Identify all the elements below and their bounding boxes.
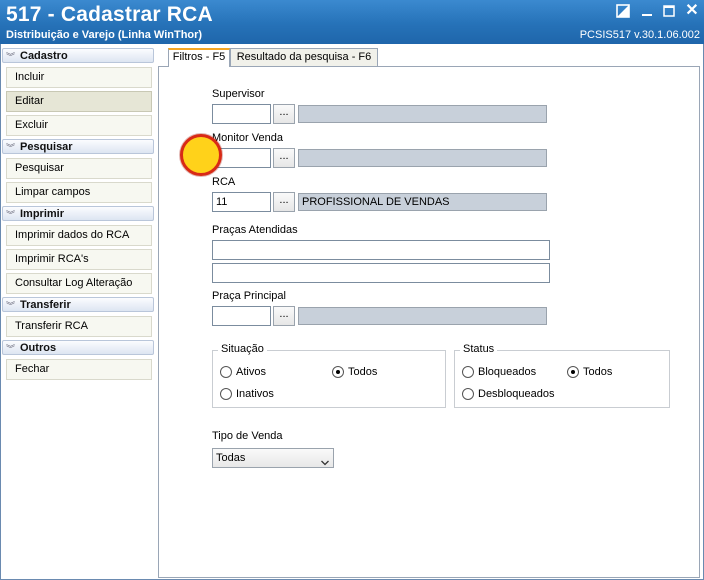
maximize-icon[interactable] <box>662 4 678 18</box>
status-bloqueados-label[interactable]: Bloqueados <box>478 366 536 378</box>
sidebar-item-transferir-rca[interactable]: Transferir RCA <box>6 316 152 337</box>
status-desbloqueados-radio[interactable] <box>462 388 474 400</box>
status-bloqueados-radio[interactable] <box>462 366 474 378</box>
rca-code-input[interactable]: 11 <box>212 192 271 212</box>
cursor-highlight-marker <box>180 134 222 176</box>
status-todos-radio[interactable] <box>567 366 579 378</box>
sidebar-item-excluir[interactable]: Excluir <box>6 115 152 136</box>
tabs-area: Filtros - F5 Resultado da pesquisa - F6 … <box>158 48 700 578</box>
sidebar-item-consultar-log[interactable]: Consultar Log Alteração <box>6 273 152 294</box>
sidebar-item-imprimir-dados[interactable]: Imprimir dados do RCA <box>6 225 152 246</box>
filters-panel: Supervisor ... Monitor Venda ... RCA 11 … <box>158 66 700 578</box>
praca-principal-code-input[interactable] <box>212 306 271 326</box>
supervisor-code-input[interactable] <box>212 104 271 124</box>
status-desbloqueados-label[interactable]: Desbloqueados <box>478 388 554 400</box>
chevron-down-icon <box>321 455 329 466</box>
tipo-venda-selected-value: Todas <box>216 452 246 464</box>
section-outros[interactable]: ︾ Outros <box>2 340 154 355</box>
praca-principal-search-button[interactable]: ... <box>273 306 295 326</box>
rca-search-button[interactable]: ... <box>273 192 295 212</box>
section-imprimir-label: Imprimir <box>20 208 65 220</box>
sidebar-item-pesquisar[interactable]: Pesquisar <box>6 158 152 179</box>
tab-filtros[interactable]: Filtros - F5 <box>168 48 230 67</box>
situacao-todos-label[interactable]: Todos <box>348 366 377 378</box>
tipo-venda-label: Tipo de Venda <box>212 430 283 442</box>
situacao-group: Situação Ativos Todos Inativos <box>212 343 446 408</box>
window-subtitle: Distribuição e Varejo (Linha WinThor) <box>6 29 203 41</box>
supervisor-description <box>298 105 547 123</box>
collapse-chevron-icon: ︾ <box>6 301 16 311</box>
monitor-venda-search-button[interactable]: ... <box>273 148 295 168</box>
minimize-icon[interactable] <box>640 4 656 18</box>
collapse-chevron-icon: ︾ <box>6 344 16 354</box>
section-pesquisar-label: Pesquisar <box>20 141 73 153</box>
supervisor-search-button[interactable]: ... <box>273 104 295 124</box>
pracas-atendidas-input-1[interactable] <box>212 240 550 260</box>
sidebar-item-incluir[interactable]: Incluir <box>6 67 152 88</box>
situacao-inativos-radio[interactable] <box>220 388 232 400</box>
title-bar: 517 - Cadastrar RCA Distribuição e Varej… <box>0 0 704 44</box>
supervisor-label: Supervisor <box>212 88 265 100</box>
collapse-chevron-icon: ︾ <box>6 52 16 62</box>
section-transferir[interactable]: ︾ Transferir <box>2 297 154 312</box>
monitor-venda-description <box>298 149 547 167</box>
window-title: 517 - Cadastrar RCA <box>6 3 213 26</box>
status-title: Status <box>460 343 498 355</box>
situacao-title: Situação <box>218 343 267 355</box>
situacao-todos-radio[interactable] <box>332 366 344 378</box>
monitor-venda-label: Monitor Venda <box>212 132 283 144</box>
situacao-inativos-label[interactable]: Inativos <box>236 388 274 400</box>
situacao-ativos-label[interactable]: Ativos <box>236 366 266 378</box>
situacao-ativos-radio[interactable] <box>220 366 232 378</box>
rca-label: RCA <box>212 176 236 188</box>
collapse-chevron-icon: ︾ <box>6 210 16 220</box>
sidebar-item-imprimir-rcas[interactable]: Imprimir RCA's <box>6 249 152 270</box>
sidebar-item-limpar-campos[interactable]: Limpar campos <box>6 182 152 203</box>
section-cadastro-label: Cadastro <box>20 50 68 62</box>
section-imprimir[interactable]: ︾ Imprimir <box>2 206 154 221</box>
restore-edit-icon[interactable] <box>616 4 632 18</box>
collapse-chevron-icon: ︾ <box>6 143 16 153</box>
tipo-venda-select[interactable]: Todas <box>212 448 334 468</box>
sidebar-item-editar[interactable]: Editar <box>6 91 152 112</box>
sidebar-item-fechar[interactable]: Fechar <box>6 359 152 380</box>
status-group: Status Bloqueados Todos Desbloqueados <box>454 343 670 408</box>
pracas-atendidas-input-2[interactable] <box>212 263 550 283</box>
section-pesquisar[interactable]: ︾ Pesquisar <box>2 139 154 154</box>
close-icon[interactable]: ✕ <box>684 3 700 19</box>
pracas-atendidas-label: Praças Atendidas <box>212 224 298 236</box>
tab-resultado-pesquisa[interactable]: Resultado da pesquisa - F6 <box>230 48 378 66</box>
version-label: PCSIS517 v.30.1.06.002 <box>579 29 700 41</box>
praca-principal-label: Praça Principal <box>212 290 286 302</box>
rca-description: PROFISSIONAL DE VENDAS <box>298 193 547 211</box>
section-cadastro[interactable]: ︾ Cadastro <box>2 48 154 63</box>
status-todos-label[interactable]: Todos <box>583 366 612 378</box>
section-outros-label: Outros <box>20 342 57 354</box>
praca-principal-description <box>298 307 547 325</box>
section-transferir-label: Transferir <box>20 299 71 311</box>
